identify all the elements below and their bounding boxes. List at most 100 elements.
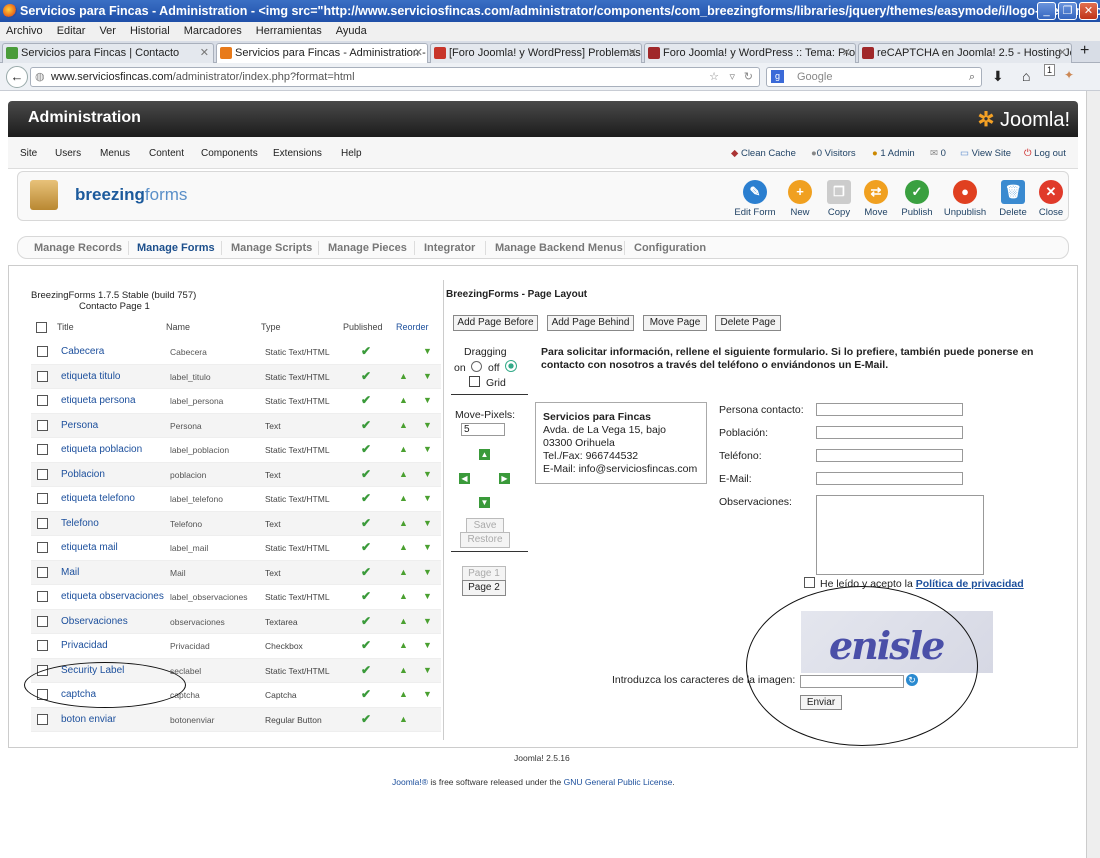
close-tab-icon[interactable]: ✕ [1058, 44, 1067, 62]
browser-tab[interactable]: Foro Joomla! y WordPress :: Tema: Probl.… [644, 43, 856, 63]
home-icon[interactable]: ⌂ [1022, 68, 1030, 84]
row-title-link[interactable]: etiqueta mail [61, 542, 118, 553]
row-title-link[interactable]: Telefono [61, 518, 99, 529]
tab-manage-forms[interactable]: Manage Forms [137, 242, 215, 254]
column-published[interactable]: Published [343, 322, 383, 332]
back-arrow-icon[interactable]: ← [6, 66, 28, 88]
menu-extensions[interactable]: Extensions [273, 148, 322, 159]
row-checkbox[interactable] [37, 517, 48, 529]
published-check-icon[interactable]: ✔ [361, 687, 374, 701]
menu-ver[interactable]: Ver [99, 22, 116, 41]
bookmark-star-icon[interactable]: ☆ [709, 68, 719, 86]
menu-site[interactable]: Site [20, 148, 37, 159]
move-down-icon[interactable]: ▼ [423, 665, 432, 675]
table-row[interactable]: etiqueta mail label_mail Static Text/HTML ✔… [31, 536, 441, 561]
row-checkbox[interactable] [37, 591, 48, 602]
row-title-link[interactable]: etiqueta poblacion [61, 444, 142, 455]
move-up-icon[interactable]: ▲ [399, 420, 408, 430]
row-checkbox[interactable] [37, 370, 48, 382]
menu-content[interactable]: Content [149, 148, 184, 159]
close-tab-icon[interactable]: ✕ [628, 44, 637, 62]
tab-manage-backend-menus[interactable]: Manage Backend Menus [495, 242, 623, 254]
published-check-icon[interactable]: ✔ [361, 418, 374, 432]
move-up-icon[interactable]: ▲ [399, 469, 408, 479]
page-scrollbar[interactable] [1086, 91, 1100, 858]
row-checkbox[interactable] [37, 713, 48, 725]
published-check-icon[interactable]: ✔ [361, 491, 374, 505]
tab-manage-records[interactable]: Manage Records [34, 242, 122, 254]
table-row[interactable]: Privacidad Privacidad Checkbox ✔ ▲ ▼ [31, 634, 441, 659]
edit-form-button[interactable]: ✎ Edit Form [730, 180, 780, 218]
privacy-link[interactable]: Política de privacidad [916, 578, 1024, 590]
move-down-icon[interactable]: ▼ [423, 444, 432, 454]
menu-marcadores[interactable]: Marcadores [184, 22, 242, 41]
table-row[interactable]: boton enviar botonenviar Regular Button ✔ ▲ [31, 707, 441, 732]
grid-checkbox[interactable] [469, 376, 480, 387]
column-title[interactable]: Title [57, 322, 74, 332]
telefono-input[interactable] [816, 449, 963, 462]
move-up-icon[interactable]: ▲ [399, 689, 408, 699]
close-window-button[interactable]: ✕ [1079, 2, 1098, 20]
close-button[interactable]: ✕ Close [1026, 180, 1076, 218]
arrow-left-icon[interactable]: ◀ [459, 473, 470, 484]
move-down-icon[interactable]: ▼ [423, 616, 432, 626]
row-title-link[interactable]: Privacidad [61, 640, 108, 651]
add-page-before-button[interactable]: Add Page Before [453, 315, 538, 331]
reload-icon[interactable]: ↻ [744, 68, 753, 86]
search-icon[interactable]: ⌕ [969, 68, 975, 86]
published-check-icon[interactable]: ✔ [361, 442, 374, 456]
menu-archivo[interactable]: Archivo [6, 22, 43, 41]
table-row[interactable]: Observaciones observaciones Textarea ✔ ▲ ▼ [31, 609, 441, 634]
published-check-icon[interactable]: ✔ [361, 540, 374, 554]
move-down-icon[interactable]: ▼ [423, 346, 432, 356]
page-2-button[interactable]: Page 2 [462, 580, 506, 596]
minimize-button[interactable]: _ [1037, 2, 1056, 20]
table-row[interactable]: etiqueta persona label_persona Static Text… [31, 389, 441, 414]
published-check-icon[interactable]: ✔ [361, 614, 374, 628]
published-check-icon[interactable]: ✔ [361, 516, 374, 530]
move-up-icon[interactable]: ▲ [399, 714, 408, 724]
maximize-button[interactable]: ❐ [1058, 2, 1077, 20]
row-checkbox[interactable] [37, 395, 48, 406]
address-bar[interactable]: ◍ www.serviciosfincas.com/administrator/… [30, 67, 760, 87]
row-title-link[interactable]: etiqueta observaciones [61, 591, 164, 602]
table-row[interactable]: Mail Mail Text ✔ ▲ ▼ [31, 560, 441, 585]
published-check-icon[interactable]: ✔ [361, 369, 374, 383]
table-row[interactable]: Cabecera Cabecera Static Text/HTML ✔ ▼ [31, 340, 441, 365]
search-input[interactable]: g Google ⌕ [766, 67, 982, 87]
persona-input[interactable] [816, 403, 963, 416]
delete-page-button[interactable]: Delete Page [715, 315, 781, 331]
table-row[interactable]: etiqueta observaciones label_observacione… [31, 585, 441, 610]
row-title-link[interactable]: Observaciones [61, 616, 128, 627]
privacy-checkbox[interactable] [804, 577, 815, 588]
publish-button[interactable]: ✓ Publish [892, 180, 942, 218]
new-tab-icon[interactable]: + [1080, 42, 1089, 60]
row-checkbox[interactable] [37, 542, 48, 553]
dropdown-icon[interactable]: ▿ [729, 68, 735, 86]
move-up-icon[interactable]: ▲ [399, 591, 408, 601]
browser-tab-active[interactable]: Servicios para Fincas - Administration -… [216, 43, 428, 63]
addon-icon[interactable]: ✦ [1064, 68, 1074, 82]
row-title-link[interactable]: etiqueta telefono [61, 493, 135, 504]
menu-editar[interactable]: Editar [57, 22, 86, 41]
move-up-icon[interactable]: ▲ [399, 640, 408, 650]
row-title-link[interactable]: boton enviar [61, 714, 116, 725]
row-checkbox[interactable] [37, 444, 48, 455]
move-down-icon[interactable]: ▼ [423, 591, 432, 601]
move-up-icon[interactable]: ▲ [399, 518, 408, 528]
move-down-icon[interactable]: ▼ [423, 518, 432, 528]
move-down-icon[interactable]: ▼ [423, 542, 432, 552]
move-up-icon[interactable]: ▲ [399, 567, 408, 577]
published-check-icon[interactable]: ✔ [361, 663, 374, 677]
move-up-icon[interactable]: ▲ [399, 493, 408, 503]
table-row[interactable]: Poblacion poblacion Text ✔ ▲ ▼ [31, 462, 441, 487]
notification-badge[interactable]: 1 [1044, 64, 1056, 76]
published-check-icon[interactable]: ✔ [361, 344, 374, 358]
move-down-icon[interactable]: ▼ [423, 567, 432, 577]
table-row[interactable]: Persona Persona Text ✔ ▲ ▼ [31, 413, 441, 438]
menu-help[interactable]: Help [341, 148, 362, 159]
move-up-icon[interactable]: ▲ [399, 444, 408, 454]
browser-tab[interactable]: reCAPTCHA en Joomla! 2.5 - Hosting Joo..… [858, 43, 1072, 63]
clean-cache-link[interactable]: ◆ Clean Cache [731, 148, 796, 159]
column-reorder[interactable]: Reorder [396, 322, 429, 332]
